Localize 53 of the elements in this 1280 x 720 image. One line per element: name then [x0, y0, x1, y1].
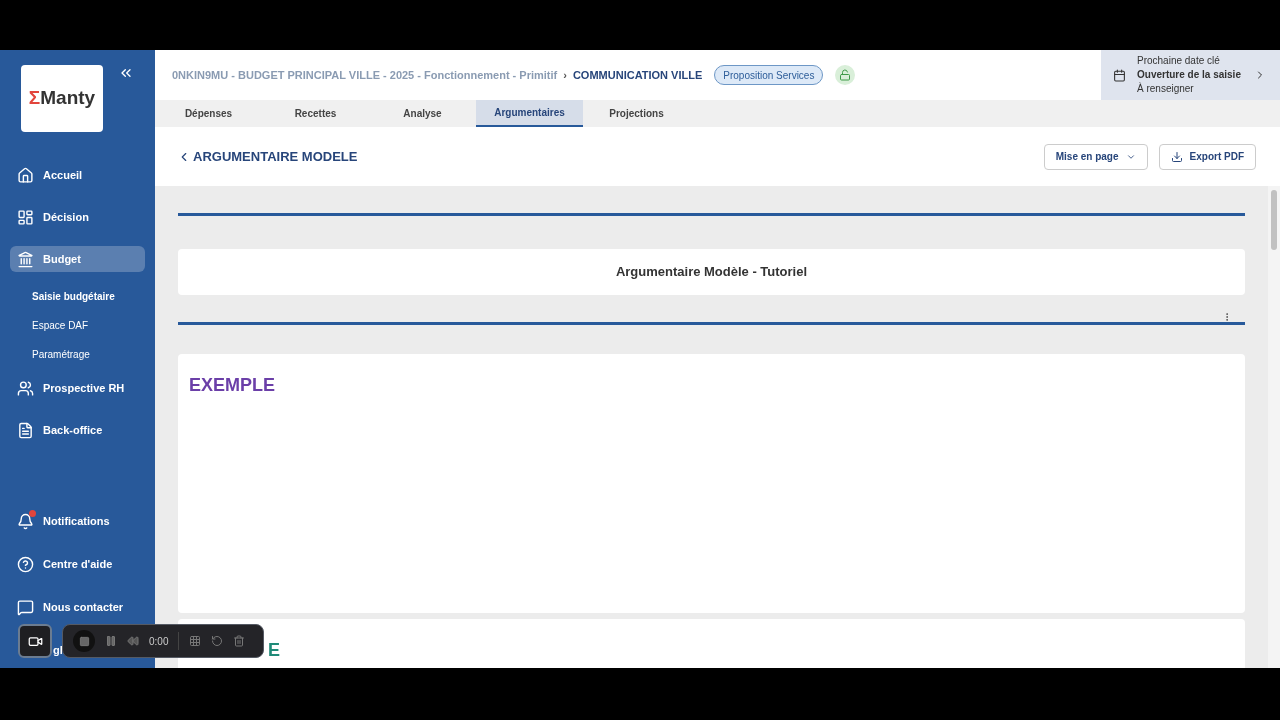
bell-icon [17, 512, 34, 530]
nav-subitem[interactable]: Paramétrage [0, 340, 155, 369]
stop-button[interactable] [73, 630, 95, 652]
chat-icon [17, 598, 34, 616]
recording-time: 0:00 [149, 634, 169, 649]
tab[interactable]: Recettes [262, 100, 369, 127]
nav-item[interactable]: Décision [10, 204, 145, 230]
layout-dropdown[interactable]: Mise en page [1043, 143, 1148, 170]
stop-icon [78, 635, 90, 647]
section-title: Argumentaire Modèle - Tutoriel [615, 263, 808, 282]
calendar-icon [1113, 68, 1126, 82]
logo[interactable]: ΣManty [21, 65, 103, 132]
rewind-icon[interactable] [127, 635, 139, 647]
tab[interactable]: Analyse [369, 100, 476, 127]
document-icon [17, 421, 34, 439]
export-button[interactable]: Export PDF [1158, 143, 1256, 170]
section-heading: EXEMPLE [189, 375, 276, 395]
home-icon [17, 166, 34, 184]
breadcrumb-separator: › [563, 67, 567, 83]
section-heading: E [268, 640, 280, 660]
tab[interactable]: Argumentaires [476, 100, 583, 127]
status-badge: Proposition Services [714, 65, 824, 85]
nav-item[interactable]: Prospective RH [10, 375, 145, 401]
help-icon [17, 555, 34, 573]
reset-icon[interactable] [211, 635, 224, 647]
nav-item[interactable]: Nous contacter [10, 594, 145, 620]
key-date-label: Prochaine date clé [1137, 54, 1221, 68]
nav-item[interactable]: Budget [10, 246, 145, 272]
key-date-panel[interactable]: Prochaine date clé Ouverture de la saisie À renseigner [1101, 50, 1280, 100]
nav-item[interactable]: gl [53, 641, 63, 659]
pause-icon[interactable] [105, 635, 117, 647]
nav-item[interactable]: Back-office [10, 417, 145, 443]
nav-subitem[interactable]: Espace DAF [0, 311, 155, 340]
unlock-icon[interactable] [835, 65, 856, 85]
logo-text: ΣManty [28, 86, 96, 111]
nav-subitem[interactable]: Saisie budgétaire [0, 282, 155, 311]
bank-icon [17, 250, 34, 268]
nav-item[interactable]: Centre d'aide [10, 551, 145, 577]
page-title: ARGUMENTAIRE MODELE [193, 147, 359, 166]
key-date-event: Ouverture de la saisie [1137, 68, 1242, 82]
breadcrumb-current: COMMUNICATION VILLE [572, 67, 703, 83]
nav-item[interactable]: Notifications [10, 508, 145, 534]
people-icon [17, 379, 34, 397]
tab[interactable]: Projections [583, 100, 690, 127]
key-date-value: À renseigner [1137, 82, 1195, 96]
download-icon [1170, 150, 1183, 163]
tab[interactable]: Dépenses [155, 100, 262, 127]
camera-button[interactable] [18, 624, 52, 658]
grid-icon[interactable] [189, 635, 202, 647]
dashboard-icon [17, 208, 34, 226]
scrollbar[interactable] [1268, 186, 1280, 668]
nav-item[interactable]: Accueil [10, 162, 145, 188]
trash-icon[interactable] [233, 635, 246, 647]
